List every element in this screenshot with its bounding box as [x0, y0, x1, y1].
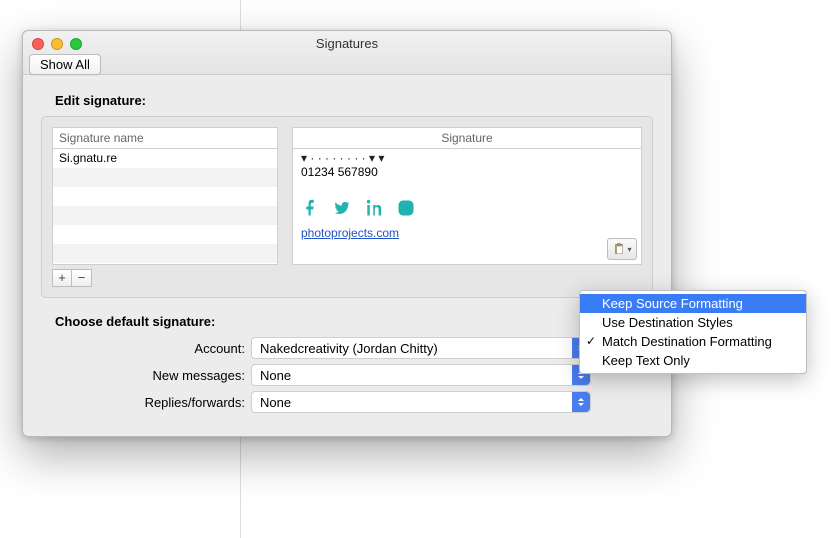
show-all-button[interactable]: Show All: [29, 54, 101, 75]
menu-item-label: Match Destination Formatting: [602, 334, 772, 349]
signature-list[interactable]: Si.gnatu.re: [52, 149, 278, 265]
social-icons-row: [301, 199, 633, 220]
menu-item-destination-styles[interactable]: Use Destination Styles: [580, 313, 806, 332]
menu-item-keep-text-only[interactable]: Keep Text Only: [580, 351, 806, 370]
replies-forwards-label: Replies/forwards:: [41, 395, 251, 410]
list-item: [53, 244, 277, 263]
new-messages-select[interactable]: None: [251, 364, 591, 386]
linkedin-icon[interactable]: [365, 199, 383, 220]
edit-signature-panel: Signature name Si.gnatu.re + −: [41, 116, 653, 298]
edit-signature-heading: Edit signature:: [55, 93, 653, 108]
window-title: Signatures: [23, 31, 671, 51]
account-select[interactable]: Nakedcreativity (Jordan Chitty): [251, 337, 591, 359]
facebook-icon[interactable]: [301, 199, 319, 220]
menu-item-keep-source[interactable]: Keep Source Formatting: [580, 294, 806, 313]
signature-preview-header: Signature: [292, 127, 642, 149]
replies-forwards-value: None: [260, 395, 291, 410]
titlebar: Signatures Show All: [23, 31, 671, 75]
list-item: [53, 187, 277, 206]
default-signature-form: Account: Nakedcreativity (Jordan Chitty)…: [41, 337, 653, 413]
instagram-icon[interactable]: [397, 199, 415, 220]
account-value: Nakedcreativity (Jordan Chitty): [260, 341, 438, 356]
minimize-window-button[interactable]: [51, 38, 63, 50]
twitter-icon[interactable]: [333, 199, 351, 220]
paste-options-button[interactable]: ▾: [607, 238, 637, 260]
list-item: [53, 225, 277, 244]
new-messages-label: New messages:: [41, 368, 251, 383]
add-signature-button[interactable]: +: [52, 269, 72, 287]
default-signature-heading: Choose default signature:: [55, 314, 653, 329]
chevron-down-icon: ▾: [627, 245, 631, 254]
close-window-button[interactable]: [32, 38, 44, 50]
account-label: Account:: [41, 341, 251, 356]
preview-phone: 01234 567890: [301, 165, 633, 179]
list-item: [53, 206, 277, 225]
zoom-window-button[interactable]: [70, 38, 82, 50]
signature-preview-body[interactable]: ▾ · · · · · · · · ▾ ▾ 01234 567890 photo…: [292, 149, 642, 265]
replies-forwards-select[interactable]: None: [251, 391, 591, 413]
signatures-window: Signatures Show All Edit signature: Sign…: [22, 30, 672, 437]
signature-list-column: Signature name Si.gnatu.re + −: [52, 127, 278, 287]
preview-website-link[interactable]: photoprojects.com: [301, 226, 399, 240]
menu-item-match-destination[interactable]: ✓ Match Destination Formatting: [580, 332, 806, 351]
window-controls: [32, 38, 82, 50]
paste-options-menu: Keep Source Formatting Use Destination S…: [579, 290, 807, 374]
new-messages-value: None: [260, 368, 291, 383]
signature-list-header: Signature name: [52, 127, 278, 149]
remove-signature-button[interactable]: −: [72, 269, 92, 287]
add-remove-controls: + −: [52, 269, 278, 287]
signature-preview-column: Signature ▾ · · · · · · · · ▾ ▾ 01234 56…: [292, 127, 642, 287]
select-chevrons-icon: [572, 392, 590, 412]
preview-cutoff-text: ▾ · · · · · · · · ▾ ▾: [301, 151, 633, 165]
clipboard-icon: [612, 242, 626, 256]
check-icon: ✓: [586, 334, 596, 348]
content-area: Edit signature: Signature name Si.gnatu.…: [23, 75, 671, 436]
list-item: [53, 168, 277, 187]
list-item[interactable]: Si.gnatu.re: [53, 149, 277, 168]
